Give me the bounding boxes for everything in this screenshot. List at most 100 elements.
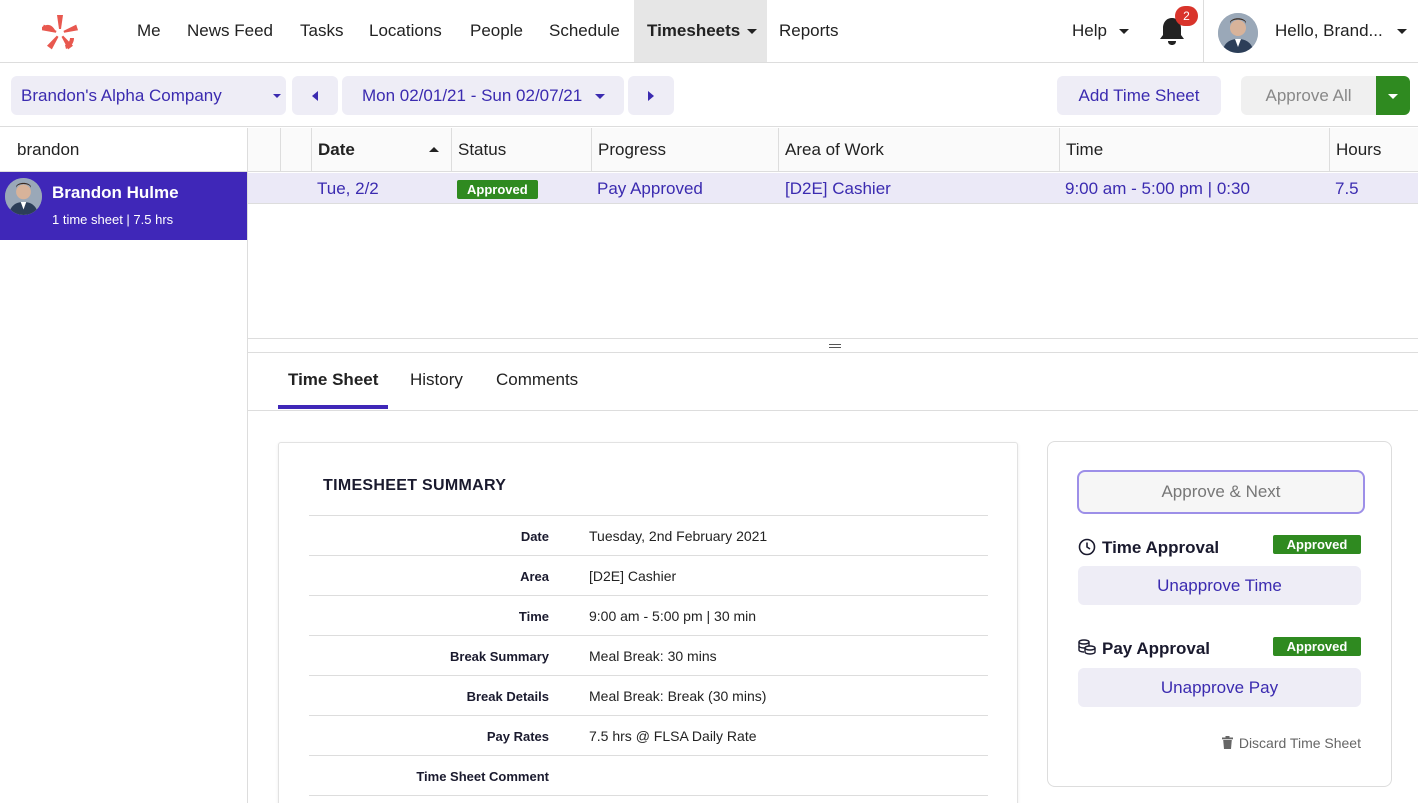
notification-badge: 2 — [1175, 6, 1198, 26]
company-select-value: Brandon's Alpha Company — [21, 86, 222, 105]
header-select-column — [248, 128, 280, 172]
arrow-right-icon — [648, 91, 654, 101]
arrow-left-icon — [312, 91, 318, 101]
company-select[interactable]: Brandon's Alpha Company — [11, 76, 286, 115]
pay-approval-status-badge: Approved — [1273, 637, 1361, 656]
person-name: Brandon Hulme — [52, 183, 179, 202]
summary-value: Meal Break: Break (30 mins) — [589, 688, 767, 704]
summary-label: Time Sheet Comment — [416, 769, 549, 784]
header-flag-column — [280, 128, 312, 172]
summary-value: 7.5 hrs @ FLSA Daily Rate — [589, 728, 757, 744]
tab-comments[interactable]: Comments — [496, 353, 578, 409]
user-avatar-icon — [1218, 13, 1258, 53]
summary-label: Break Details — [466, 689, 549, 704]
summary-label: Area — [520, 569, 549, 584]
chevron-down-icon — [594, 94, 605, 100]
summary-label: Time — [518, 609, 549, 624]
people-panel: Brandon Hulme 1 time sheet | 7.5 hrs — [0, 128, 248, 803]
table-row[interactable]: Tue, 2/2 Approved Pay Approved [D2E] Cas… — [248, 173, 1418, 204]
trash-icon — [1221, 736, 1233, 749]
summary-label: Date — [520, 529, 549, 544]
tab-time-sheet[interactable]: Time Sheet — [278, 353, 389, 409]
header-progress[interactable]: Progress — [591, 128, 778, 172]
summary-row-date: Date Tuesday, 2nd February 2021 — [309, 515, 988, 555]
summary-value: [D2E] Cashier — [589, 568, 677, 584]
nav-schedule[interactable]: Schedule — [536, 0, 633, 62]
add-time-sheet-button[interactable]: Add Time Sheet — [1057, 76, 1221, 115]
date-range-select[interactable]: Mon 02/01/21 - Sun 02/07/21 — [342, 76, 624, 115]
summary-label: Break Summary — [450, 649, 549, 664]
drag-handle-icon — [829, 344, 841, 348]
chevron-down-icon — [1396, 29, 1407, 35]
header-date[interactable]: Date — [311, 128, 451, 172]
approve-next-button[interactable]: Approve & Next — [1077, 470, 1365, 514]
date-range-value: Mon 02/01/21 - Sun 02/07/21 — [362, 86, 583, 105]
next-week-button[interactable] — [628, 76, 674, 115]
summary-label: Pay Rates — [486, 729, 549, 744]
app-logo-icon[interactable] — [40, 13, 80, 53]
panel-resize-handle[interactable] — [248, 338, 1418, 353]
time-approval-status-badge: Approved — [1273, 535, 1361, 554]
nav-me[interactable]: Me — [124, 0, 174, 62]
nav-locations[interactable]: Locations — [356, 0, 455, 62]
detail-tabs: Time Sheet History Comments — [248, 353, 1418, 411]
previous-week-button[interactable] — [292, 76, 338, 115]
chevron-down-icon — [273, 94, 281, 98]
header-time[interactable]: Time — [1059, 128, 1329, 172]
approve-all-dropdown-button[interactable] — [1376, 76, 1410, 115]
row-date: Tue, 2/2 — [317, 179, 379, 198]
tab-history[interactable]: History — [410, 353, 463, 409]
summary-divider — [309, 795, 988, 796]
approval-card: Approve & Next Time Approval Approved Un… — [1047, 441, 1392, 787]
nav-people[interactable]: People — [457, 0, 536, 62]
summary-title: TIMESHEET SUMMARY — [323, 477, 507, 494]
nav-reports[interactable]: Reports — [766, 0, 852, 62]
status-badge: Approved — [457, 180, 538, 200]
nav-timesheets[interactable]: Timesheets — [634, 0, 767, 62]
header-status[interactable]: Status — [451, 128, 591, 172]
header-hours[interactable]: Hours — [1329, 128, 1418, 172]
person-avatar — [5, 178, 42, 215]
user-menu[interactable]: Hello, Brand... — [1262, 0, 1418, 62]
nav-news-feed[interactable]: News Feed — [174, 0, 286, 62]
sort-ascending-icon — [429, 147, 439, 152]
people-search-input[interactable] — [0, 128, 247, 172]
timesheet-summary-card: TIMESHEET SUMMARY Date Tuesday, 2nd Febr… — [278, 442, 1018, 803]
timesheet-table-header: Date Status Progress Area of Work Time H… — [248, 128, 1418, 172]
chevron-down-icon — [747, 29, 758, 35]
summary-value: 9:00 am - 5:00 pm | 30 min — [589, 608, 757, 624]
nav-timesheets-label: Timesheets — [647, 21, 741, 40]
row-hours: 7.5 — [1335, 179, 1359, 198]
summary-row-area: Area [D2E] Cashier — [309, 555, 988, 595]
row-time: 9:00 am - 5:00 pm | 0:30 — [1065, 179, 1250, 198]
row-progress: Pay Approved — [597, 179, 703, 198]
pay-approval-title: Pay Approval — [1102, 639, 1211, 658]
chevron-down-icon — [1118, 29, 1129, 35]
help-menu[interactable]: Help — [1059, 0, 1142, 62]
top-navigation: Me News Feed Tasks Locations People Sche… — [0, 0, 1418, 63]
person-list-item[interactable]: Brandon Hulme 1 time sheet | 7.5 hrs — [0, 172, 247, 240]
unapprove-time-button[interactable]: Unapprove Time — [1078, 566, 1361, 605]
toolbar: Brandon's Alpha Company Mon 02/01/21 - S… — [0, 63, 1418, 127]
help-label: Help — [1072, 21, 1107, 40]
time-approval-title: Time Approval — [1102, 538, 1220, 557]
unapprove-pay-button[interactable]: Unapprove Pay — [1078, 668, 1361, 707]
summary-row-break-details: Break Details Meal Break: Break (30 mins… — [309, 675, 988, 715]
summary-row-comment: Time Sheet Comment — [309, 755, 988, 795]
person-meta: 1 time sheet | 7.5 hrs — [52, 212, 174, 227]
nav-tasks[interactable]: Tasks — [287, 0, 356, 62]
row-area: [D2E] Cashier — [785, 179, 891, 198]
summary-value: Meal Break: 30 mins — [589, 648, 717, 664]
approve-all-button[interactable]: Approve All — [1241, 76, 1376, 115]
user-avatar[interactable] — [1218, 13, 1258, 53]
discard-time-sheet-button[interactable]: Discard Time Sheet — [1221, 735, 1361, 751]
header-date-label: Date — [318, 140, 355, 159]
summary-value: Tuesday, 2nd February 2021 — [589, 528, 768, 544]
coins-icon — [1078, 639, 1096, 655]
clock-icon — [1078, 538, 1096, 556]
header-area-of-work[interactable]: Area of Work — [778, 128, 1059, 172]
summary-row-break-summary: Break Summary Meal Break: 30 mins — [309, 635, 988, 675]
nav-divider — [1203, 0, 1204, 62]
discard-label: Discard Time Sheet — [1238, 735, 1361, 751]
summary-row-time: Time 9:00 am - 5:00 pm | 30 min — [309, 595, 988, 635]
